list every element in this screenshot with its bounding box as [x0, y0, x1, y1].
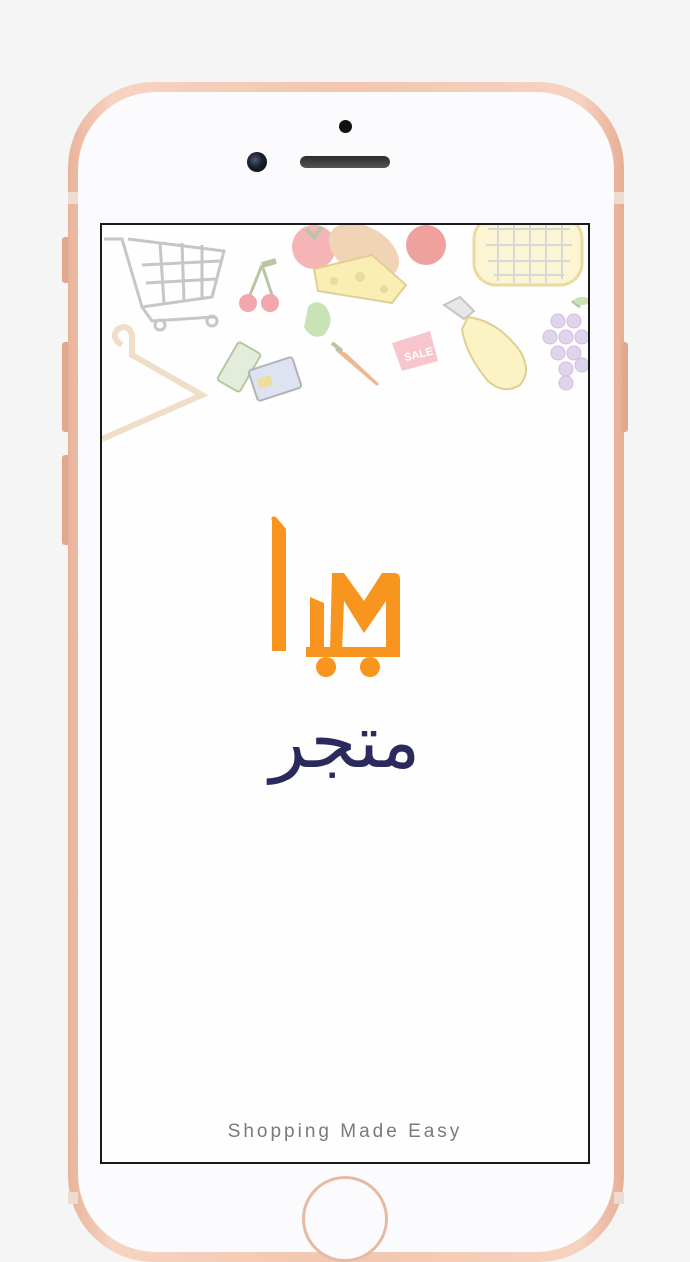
home-button[interactable]: [302, 1176, 388, 1262]
apple-icon: [406, 225, 446, 265]
volume-up-button: [62, 342, 68, 432]
app-name-arabic: متجر: [269, 699, 421, 785]
antenna-line-left: [68, 192, 78, 204]
vegetables-icon: [304, 302, 380, 387]
front-camera: [247, 152, 267, 172]
hanger-icon: [102, 324, 209, 442]
app-logo: [271, 516, 400, 677]
volume-down-button: [62, 455, 68, 545]
credit-card-icon: [216, 341, 303, 402]
sale-tag-icon: SALE: [392, 331, 438, 371]
splash-screen: SALE متجر Shopping Made Easy: [100, 223, 590, 1164]
proximity-sensor: [339, 120, 352, 133]
shopping-cart-icon: [104, 237, 226, 332]
grocery-doodle-background: SALE: [102, 225, 588, 442]
basket-icon: [472, 225, 584, 287]
antenna-line-right: [614, 192, 624, 204]
cherries-icon: [239, 258, 279, 312]
spray-bottle-icon: [442, 295, 527, 391]
tomato-icon: [292, 225, 336, 269]
antenna-line-right-bottom: [614, 1192, 624, 1204]
app-tagline: Shopping Made Easy: [227, 1121, 463, 1142]
power-button: [622, 342, 628, 432]
grapes-icon: [542, 297, 588, 391]
earpiece-speaker: [300, 156, 390, 168]
antenna-line-left-bottom: [68, 1192, 78, 1204]
mute-switch: [62, 237, 68, 283]
